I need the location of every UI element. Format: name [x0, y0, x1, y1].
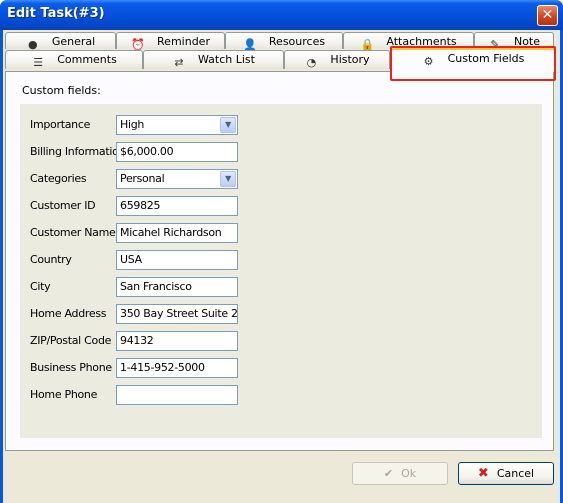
tab-general[interactable]: ● General: [5, 32, 116, 51]
zip-postal-code-field[interactable]: 94132: [116, 331, 238, 351]
country-field[interactable]: USA: [116, 250, 238, 270]
city-field[interactable]: San Francisco: [116, 277, 238, 297]
close-button[interactable]: ✕: [537, 5, 558, 26]
ok-button[interactable]: ✔ Ok: [352, 462, 448, 485]
chevron-down-icon[interactable]: ▼: [220, 117, 236, 133]
categories-label: Categories: [30, 172, 87, 185]
categories-select[interactable]: Personal ▼: [116, 169, 238, 189]
tab-custom-fields-label: Custom Fields: [447, 52, 525, 65]
home-address-field[interactable]: 350 Bay Street Suite 25: [116, 304, 238, 324]
tab-note-label: Note: [513, 35, 541, 48]
customer-name-field[interactable]: Micahel Richardson: [116, 223, 238, 243]
billing-information-label: Billing Information: [30, 145, 126, 158]
check-icon: ✔: [383, 467, 394, 480]
tab-comments[interactable]: ☰ Comments: [5, 50, 143, 69]
tab-general-label: General: [51, 35, 96, 48]
home-address-label: Home Address: [30, 307, 107, 320]
customer-id-label: Customer ID: [30, 199, 96, 212]
tab-comments-label: Comments: [57, 53, 117, 66]
window-title: Edit Task(#3): [7, 6, 105, 21]
tab-resources-label: Resources: [268, 35, 326, 48]
edit-task-window: Edit Task(#3) ✕ ● General ⏰ Reminder 👤 Reso…: [0, 0, 563, 503]
customer-id-field[interactable]: 659825: [116, 196, 238, 216]
cancel-button-label: Cancel: [496, 467, 535, 480]
history-icon: ◔: [306, 56, 317, 69]
tab-attachments[interactable]: 🔒 Attachments: [343, 32, 474, 51]
country-label: Country: [30, 253, 72, 266]
tab-reminder[interactable]: ⏰ Reminder: [116, 32, 225, 51]
tab-note[interactable]: ✎ Note: [474, 32, 554, 51]
zip-postal-code-label: ZIP/Postal Code: [30, 334, 112, 347]
tab-history[interactable]: ◔ History: [284, 50, 390, 69]
gear-icon: ⚙: [423, 55, 434, 68]
business-phone-label: Business Phone: [30, 361, 112, 374]
business-phone-field[interactable]: 1-415-952-5000: [116, 358, 238, 378]
billing-information-field[interactable]: $6,000.00: [116, 142, 238, 162]
importance-value: High: [120, 118, 145, 131]
tab-watch-list-label: Watch List: [198, 53, 255, 66]
watch-list-icon: ⇄: [174, 56, 184, 69]
customer-name-label: Customer Name: [30, 226, 116, 239]
tab-resources[interactable]: 👤 Resources: [225, 32, 343, 51]
tab-attachments-label: Attachments: [386, 35, 457, 48]
cancel-button[interactable]: ✖ Cancel: [458, 462, 554, 485]
categories-value: Personal: [120, 172, 165, 185]
cancel-x-icon: ✖: [477, 466, 489, 481]
importance-select[interactable]: High ▼: [116, 115, 238, 135]
home-phone-label: Home Phone: [30, 388, 98, 401]
tab-watch-list[interactable]: ⇄ Watch List: [143, 50, 284, 69]
tab-history-label: History: [330, 53, 370, 66]
title-bar[interactable]: Edit Task(#3) ✕: [0, 0, 563, 30]
comments-icon: ☰: [33, 56, 44, 69]
ok-button-label: Ok: [401, 467, 417, 480]
home-phone-field[interactable]: [116, 385, 238, 405]
city-label: City: [30, 280, 51, 293]
tab-reminder-label: Reminder: [157, 35, 210, 48]
custom-fields-heading: Custom fields:: [22, 84, 101, 97]
importance-label: Importance: [30, 118, 91, 131]
tab-custom-fields[interactable]: ⚙ Custom Fields: [391, 48, 555, 72]
chevron-down-icon[interactable]: ▼: [220, 171, 236, 187]
